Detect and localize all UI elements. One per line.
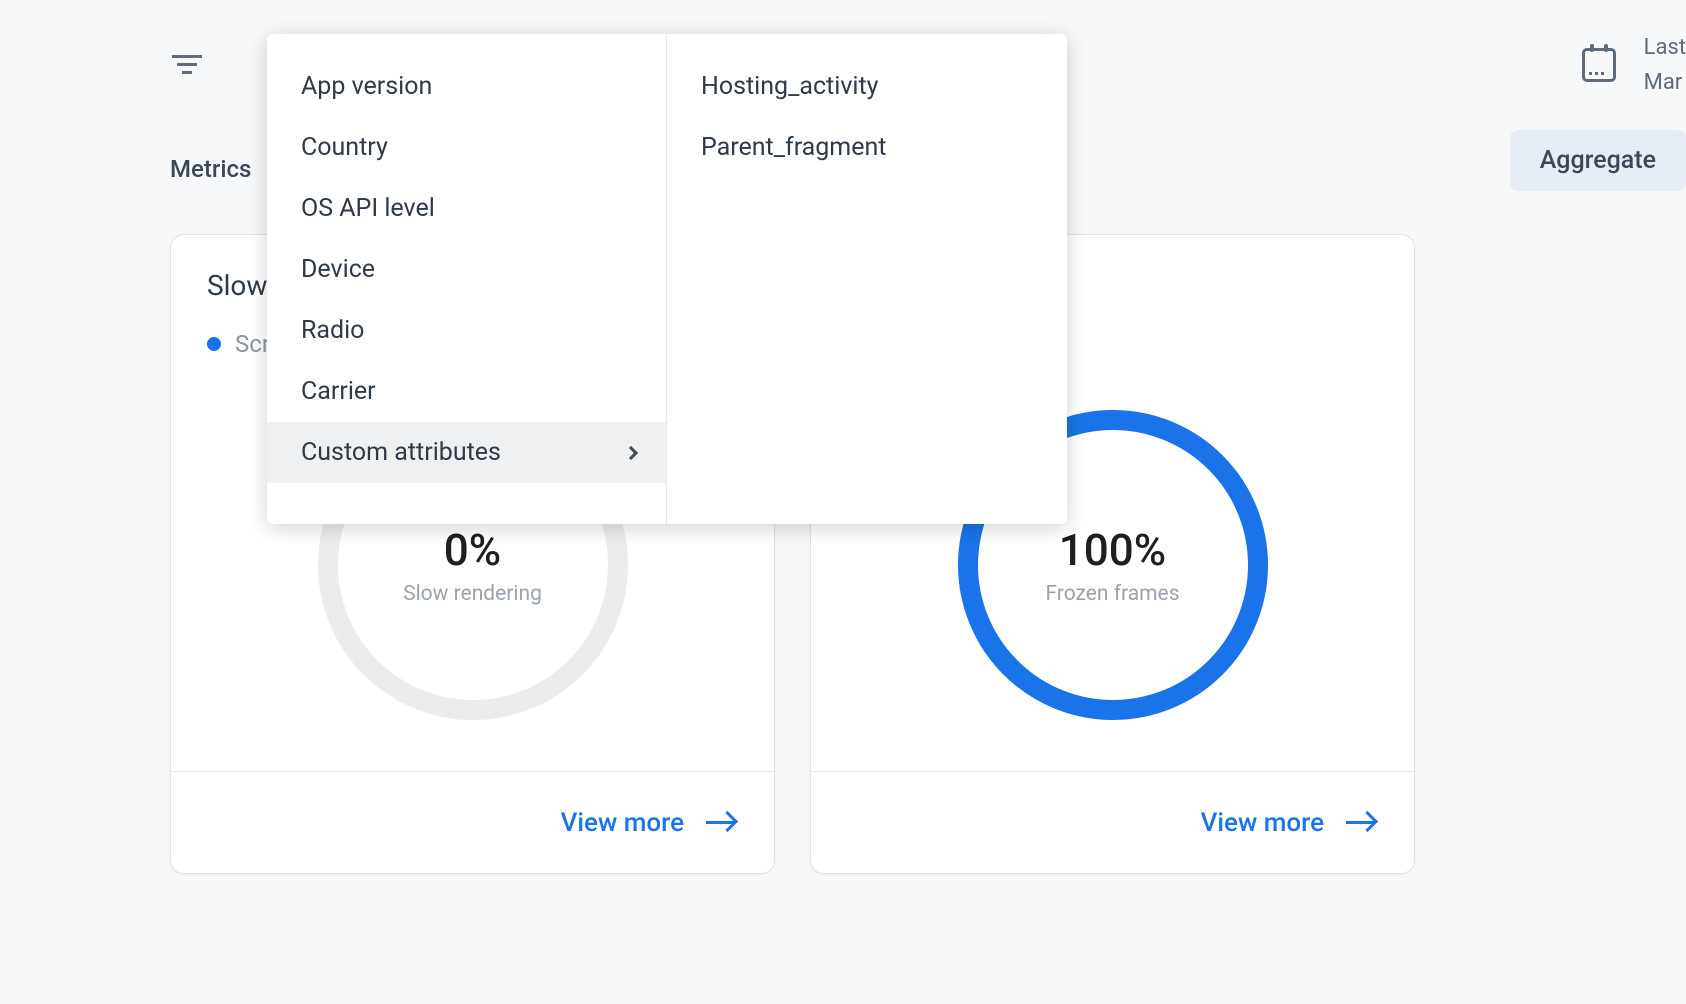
dropdown-item-label: App version bbox=[301, 72, 432, 101]
donut-label: Frozen frames bbox=[1045, 582, 1179, 606]
dropdown-item-hosting-activity[interactable]: Hosting_activity bbox=[667, 56, 1067, 117]
view-more-button[interactable]: View more bbox=[561, 808, 734, 838]
filter-dropdown: App version Country OS API level Device … bbox=[267, 34, 1067, 524]
view-more-label: View more bbox=[1201, 808, 1324, 838]
calendar-icon[interactable] bbox=[1582, 48, 1616, 82]
chevron-right-icon bbox=[624, 445, 638, 459]
dropdown-item-carrier[interactable]: Carrier bbox=[267, 361, 666, 422]
legend-dot-icon bbox=[207, 337, 221, 351]
view-more-label: View more bbox=[561, 808, 684, 838]
dropdown-item-custom-attributes[interactable]: Custom attributes bbox=[267, 422, 666, 483]
dropdown-item-parent-fragment[interactable]: Parent_fragment bbox=[667, 117, 1067, 178]
aggregate-button[interactable]: Aggregate bbox=[1510, 130, 1686, 191]
dropdown-item-label: OS API level bbox=[301, 194, 435, 223]
donut-value: 100% bbox=[1059, 524, 1166, 576]
donut-label: Slow rendering bbox=[403, 582, 542, 606]
dropdown-item-label: Custom attributes bbox=[301, 438, 501, 467]
dropdown-col-left: App version Country OS API level Device … bbox=[267, 34, 667, 524]
dropdown-item-label: Radio bbox=[301, 316, 364, 345]
metrics-label: Metrics bbox=[170, 155, 251, 183]
dropdown-item-app-version[interactable]: App version bbox=[267, 56, 666, 117]
dropdown-item-label: Hosting_activity bbox=[701, 72, 879, 101]
date-line1: Last bbox=[1644, 30, 1686, 65]
dropdown-item-os-api-level[interactable]: OS API level bbox=[267, 178, 666, 239]
dropdown-item-label: Parent_fragment bbox=[701, 133, 886, 162]
legend-label: Scr bbox=[235, 330, 270, 358]
filter-icon[interactable] bbox=[170, 52, 204, 76]
dropdown-item-country[interactable]: Country bbox=[267, 117, 666, 178]
donut-value: 0% bbox=[444, 524, 501, 576]
dropdown-col-right: Hosting_activity Parent_fragment bbox=[667, 34, 1067, 524]
dropdown-item-radio[interactable]: Radio bbox=[267, 300, 666, 361]
dropdown-item-label: Carrier bbox=[301, 377, 376, 406]
date-line2: Mar bbox=[1644, 65, 1686, 100]
view-more-button[interactable]: View more bbox=[1201, 808, 1374, 838]
date-range-text: Last Mar bbox=[1644, 30, 1686, 100]
dropdown-item-label: Country bbox=[301, 133, 388, 162]
dropdown-item-device[interactable]: Device bbox=[267, 239, 666, 300]
arrow-right-icon bbox=[706, 821, 734, 824]
dropdown-item-label: Device bbox=[301, 255, 375, 284]
arrow-right-icon bbox=[1346, 821, 1374, 824]
